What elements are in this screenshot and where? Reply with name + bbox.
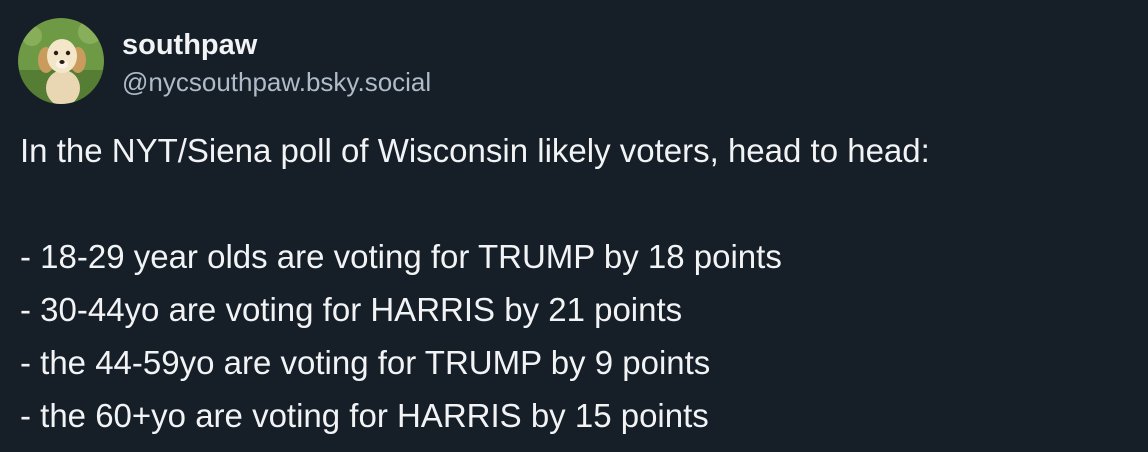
golden-retriever-puppy-icon	[18, 18, 104, 104]
post-intro-line: In the NYT/Siena poll of Wisconsin likel…	[20, 132, 930, 169]
post-text: In the NYT/Siena poll of Wisconsin likel…	[20, 124, 1130, 442]
post-bullet-line: - the 44-59yo are voting for TRUMP by 9 …	[20, 344, 711, 381]
avatar[interactable]	[18, 18, 104, 104]
author-handle[interactable]: @nycsouthpaw.bsky.social	[122, 65, 431, 99]
author-names: southpaw @nycsouthpaw.bsky.social	[122, 23, 431, 99]
post-card: southpaw @nycsouthpaw.bsky.social In the…	[0, 0, 1148, 452]
post-bullet-line: - 18-29 year olds are voting for TRUMP b…	[20, 238, 782, 275]
post-bullet-line: - the 60+yo are voting for HARRIS by 15 …	[20, 397, 709, 434]
post-bullet-line: - 30-44yo are voting for HARRIS by 21 po…	[20, 291, 683, 328]
author-display-name[interactable]: southpaw	[122, 27, 431, 63]
post-header: southpaw @nycsouthpaw.bsky.social	[18, 18, 431, 104]
